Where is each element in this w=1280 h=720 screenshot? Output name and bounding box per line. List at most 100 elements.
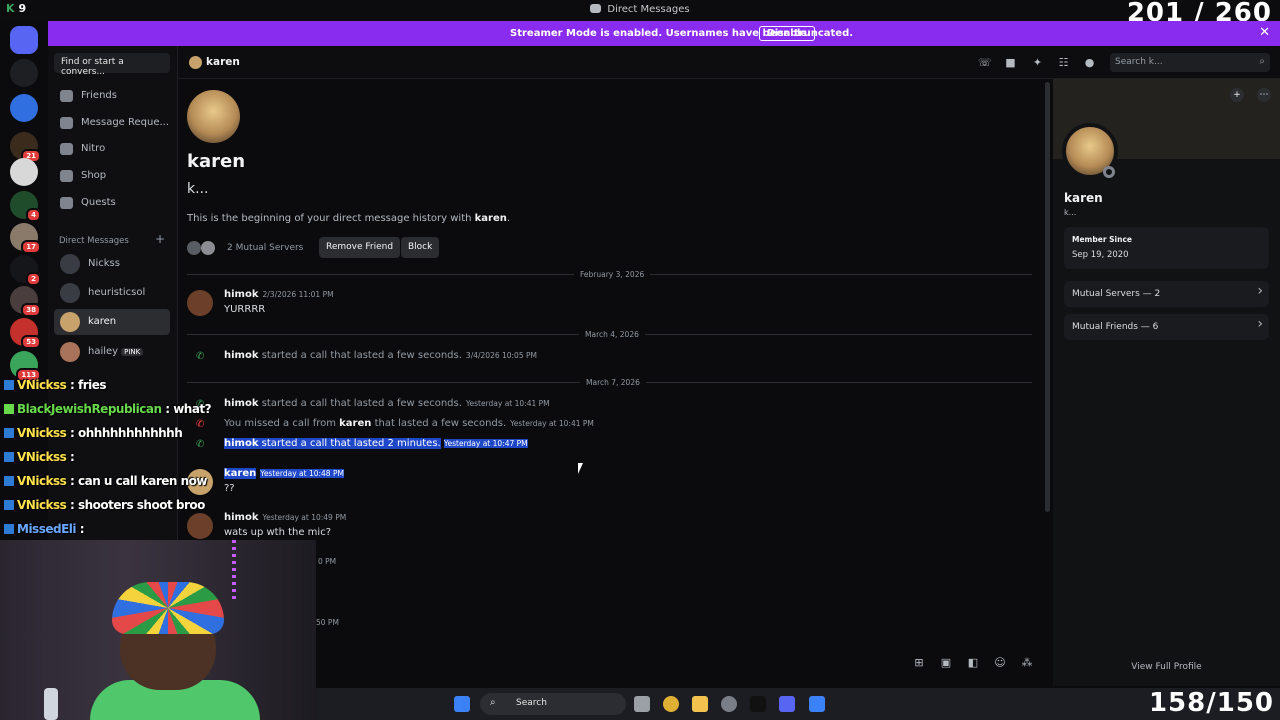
search-icon: ⌕	[1259, 56, 1265, 67]
server-icon[interactable]: 21	[10, 132, 41, 163]
webcam-feed	[0, 540, 316, 720]
more-icon[interactable]: ⋯	[1257, 88, 1271, 102]
sticker-icon[interactable]: ◧	[966, 656, 980, 670]
badge-icon	[4, 452, 14, 462]
water-bottle	[44, 688, 58, 720]
profile-panel: + ⋯ karen k... Member Since Sep 19, 2020…	[1053, 79, 1280, 686]
nav-friends[interactable]: Friends	[54, 84, 174, 108]
message-author[interactable]: himok Yesterday at 10:49 PM	[224, 512, 346, 523]
message-text: YURRRR	[224, 304, 266, 315]
apps-icon[interactable]: ⁂	[1020, 656, 1034, 670]
stream-chat-line: VNickss :	[4, 450, 75, 464]
close-icon[interactable]: ✕	[1259, 25, 1270, 40]
quests-icon	[60, 197, 73, 209]
user-profile-icon[interactable]: ●	[1083, 56, 1096, 69]
home-button[interactable]	[10, 26, 38, 54]
dm-item-nickss[interactable]: Nickss	[54, 251, 170, 277]
chevron-right-icon: ›	[1257, 283, 1263, 299]
message-timestamp: 0 PM	[318, 557, 337, 566]
friends-icon	[60, 90, 73, 102]
message-timestamp: 50 PM	[316, 618, 339, 627]
avatar	[60, 312, 80, 332]
date-divider-label: March 4, 2026	[579, 330, 645, 339]
server-icon[interactable]: 2	[10, 255, 41, 286]
message-author[interactable]: karen Yesterday at 10:48 PM	[224, 468, 344, 479]
discord-icon	[590, 4, 602, 13]
server-icon[interactable]	[10, 59, 38, 87]
block-button[interactable]: Block	[401, 237, 440, 258]
server-icon[interactable]	[10, 94, 38, 122]
server-icon[interactable]: 53	[10, 318, 41, 349]
taskbar: ⌕ Search	[316, 688, 1280, 720]
emoji-icon[interactable]: ☺	[993, 656, 1007, 670]
nav-message-requests[interactable]: Message Reque...	[54, 111, 174, 135]
pin-icon[interactable]: ✦	[1031, 56, 1044, 69]
window-title: Direct Messages	[0, 4, 1280, 15]
task-view-icon[interactable]	[634, 696, 650, 712]
dm-item-hailey[interactable]: hailey PINK	[54, 339, 170, 365]
shop-icon	[60, 170, 73, 182]
badge-icon	[4, 500, 14, 510]
mouse-cursor	[578, 463, 583, 474]
call-system-message-selected: himok started a call that lasted 2 minut…	[224, 438, 528, 449]
dm-item-karen[interactable]: karen	[54, 309, 170, 335]
mutual-servers-row[interactable]: Mutual Servers — 2 ›	[1064, 281, 1269, 307]
user-tag: PINK	[121, 348, 144, 356]
voice-call-icon[interactable]: ☏	[978, 56, 992, 69]
server-icon[interactable]: 113	[10, 351, 41, 382]
dm-item-heuristicsol[interactable]: heuristicsol	[54, 280, 170, 306]
avatar	[60, 342, 80, 362]
gift-icon[interactable]: ⊞	[912, 656, 926, 670]
taskbar-search[interactable]: ⌕ Search	[480, 693, 626, 715]
app-icon[interactable]	[809, 696, 825, 712]
avatar	[60, 283, 80, 303]
video-call-icon[interactable]: ■	[1004, 56, 1017, 69]
nitro-icon	[60, 143, 73, 155]
chevron-right-icon: ›	[1257, 316, 1263, 332]
badge-icon	[4, 524, 14, 534]
avatar	[187, 90, 240, 143]
server-icon[interactable]: 38	[10, 286, 41, 317]
add-friends-icon[interactable]: ☷	[1057, 56, 1070, 69]
stream-chat-line: VNickss : shooters shoot broo	[4, 498, 205, 512]
chrome-icon[interactable]	[663, 696, 679, 712]
intro-sub: k...	[187, 181, 209, 197]
message-author[interactable]: himok 2/3/2026 11:01 PM	[224, 289, 334, 300]
led-lights	[232, 540, 236, 600]
find-conversation-input[interactable]: Find or start a convers...	[54, 53, 170, 77]
mutual-friends-row[interactable]: Mutual Friends — 6 ›	[1064, 314, 1269, 340]
stream-chat-line: VNickss : fries	[4, 378, 107, 392]
profile-name: karen	[1064, 191, 1103, 205]
gif-icon[interactable]: ▣	[939, 656, 953, 670]
chat-scrollbar[interactable]	[1045, 82, 1050, 512]
remove-friend-button[interactable]: Remove Friend	[319, 237, 401, 258]
nav-nitro[interactable]: Nitro	[54, 137, 174, 161]
status-indicator	[1103, 166, 1115, 178]
avatar	[60, 254, 80, 274]
window-titlebar: K9 Direct Messages 201 / 260	[0, 0, 1280, 28]
server-icon[interactable]: 4	[10, 191, 41, 222]
file-explorer-icon[interactable]	[692, 696, 708, 712]
disable-button[interactable]: Disable	[759, 26, 815, 41]
badge-icon	[4, 476, 14, 486]
avatar	[189, 56, 202, 69]
server-icon[interactable]: 17	[10, 223, 41, 254]
nav-quests[interactable]: Quests	[54, 191, 174, 215]
server-icon[interactable]	[10, 158, 38, 186]
app-icon[interactable]	[721, 696, 737, 712]
windows-start-icon[interactable]	[454, 696, 470, 712]
badge-icon	[4, 404, 14, 414]
nav-shop[interactable]: Shop	[54, 164, 174, 188]
call-system-message: himok started a call that lasted a few s…	[224, 350, 537, 361]
call-system-message: himok started a call that lasted a few s…	[224, 398, 550, 409]
create-dm-icon[interactable]: +	[155, 232, 165, 246]
view-full-profile-link[interactable]: View Full Profile	[1053, 662, 1280, 672]
add-friend-icon[interactable]: +	[1230, 88, 1244, 102]
search-input[interactable]: Search k... ⌕	[1110, 53, 1270, 72]
streamer-mode-banner: Streamer Mode is enabled. Usernames have…	[48, 21, 1280, 46]
discord-icon[interactable]	[779, 696, 795, 712]
dm-section-header: Direct Messages	[59, 236, 129, 246]
missed-call-message: You missed a call from karen that lasted…	[224, 418, 594, 429]
tiktok-icon[interactable]	[750, 696, 766, 712]
badge-icon	[4, 428, 14, 438]
